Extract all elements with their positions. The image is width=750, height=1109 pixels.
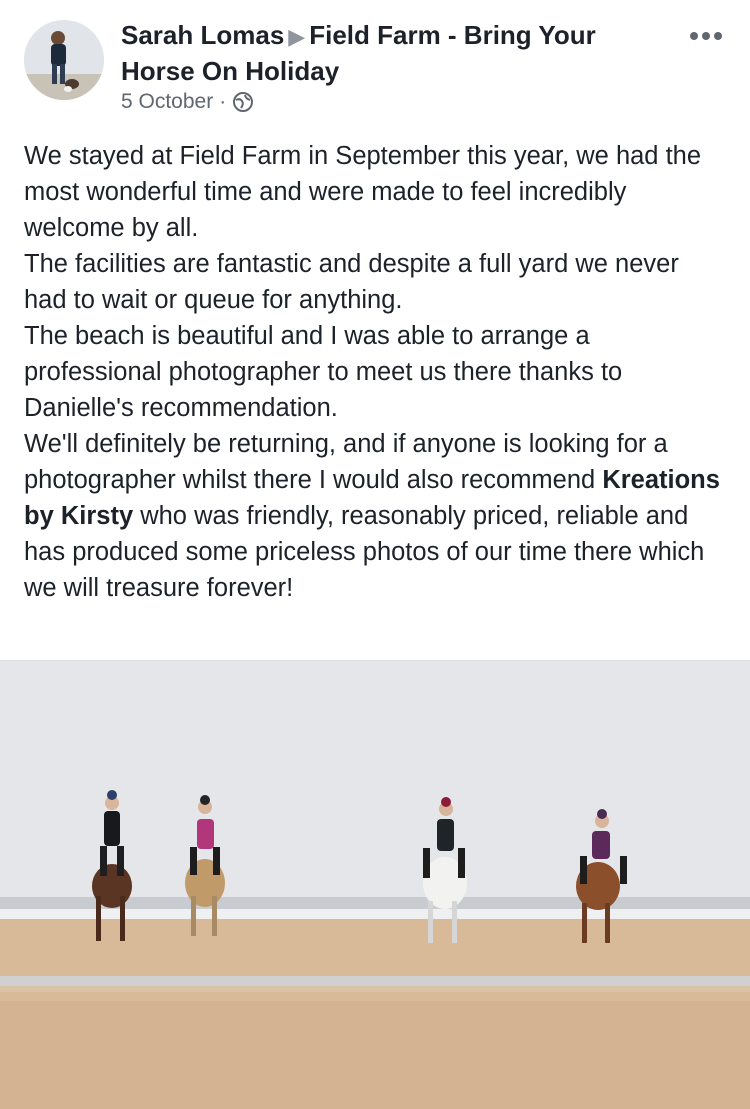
shared-to-arrow-icon: ▶ — [288, 24, 306, 49]
post-paragraph: We'll definitely be returning, and if an… — [24, 430, 720, 602]
avatar[interactable] — [24, 20, 104, 100]
post-date[interactable]: 5 October — [121, 90, 213, 114]
meta-separator: · — [219, 90, 227, 113]
author-name[interactable]: Sarah Lomas — [121, 20, 284, 50]
post-paragraph: The facilities are fantastic and despite… — [24, 250, 679, 314]
post-header: Sarah Lomas ▶ Field Farm - Bring Your Hors… — [0, 0, 750, 130]
post-paragraph: The beach is beautiful and I was able to… — [24, 322, 623, 422]
post-meta: 5 October · — [121, 90, 254, 114]
globe-icon[interactable] — [232, 91, 254, 113]
post-paragraph: We stayed at Field Farm in September thi… — [24, 142, 702, 242]
post-photo[interactable] — [0, 660, 750, 1109]
more-options-icon[interactable] — [690, 26, 730, 46]
post-body: We stayed at Field Farm in September thi… — [24, 138, 724, 606]
post-author-line: Sarah Lomas ▶ Field Farm - Bring Your Hors… — [121, 18, 661, 88]
